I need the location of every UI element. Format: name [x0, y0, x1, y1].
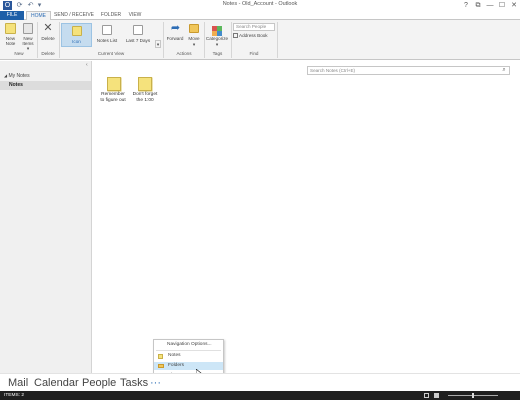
more-views-button[interactable]: ▾	[155, 40, 161, 48]
forward-icon: ➦	[170, 22, 181, 34]
title-bar: O ⟳ ↶ ▾ Notes - Old_Account - Outlook ? …	[0, 0, 520, 11]
bottom-navigation-bar: Mail Calendar People Tasks ···	[0, 373, 520, 391]
note-item[interactable]: Remember to figure out	[98, 77, 128, 107]
ribbon-divider	[277, 22, 278, 58]
notes-view	[93, 61, 520, 373]
view-last-7-days-button[interactable]: Last 7 Days	[122, 23, 154, 47]
ribbon-tabs: FILE HOME SEND / RECEIVE FOLDER VIEW	[0, 11, 520, 21]
new-items-icon	[23, 23, 33, 34]
group-label-actions: Actions	[176, 51, 192, 56]
nav-more-button[interactable]: ···	[150, 376, 161, 390]
window-title: Notes - Old_Account - Outlook	[222, 1, 298, 7]
tab-send-receive[interactable]: SEND / RECEIVE	[53, 11, 95, 20]
address-book-label: Address Book	[239, 33, 268, 38]
calendar-list-icon	[133, 25, 143, 35]
search-notes-input[interactable]: Search Notes (Ctrl+E)	[307, 66, 510, 75]
view-notes-list-button[interactable]: Notes List	[94, 23, 120, 47]
note-icon	[5, 23, 16, 34]
search-people-input[interactable]: Search People	[233, 23, 275, 31]
collapse-pane-icon[interactable]: ‹	[86, 62, 91, 68]
notes-icon	[158, 354, 163, 359]
folder-item-notes[interactable]: Notes	[0, 81, 91, 90]
folder-pane: ◢ My Notes Notes	[0, 61, 92, 373]
view-icon-button[interactable]: Icon	[61, 23, 92, 47]
group-label-delete: Delete	[41, 51, 55, 56]
view-last-7-days-label: Last 7 Days	[125, 38, 151, 43]
icon-view-icon	[72, 26, 82, 36]
items-count: ITEMS: 2	[4, 393, 24, 398]
list-icon	[102, 25, 112, 35]
help-button[interactable]: ?	[460, 0, 472, 11]
my-notes-label: My Notes	[8, 73, 30, 79]
minimize-button[interactable]: —	[484, 0, 496, 11]
group-label-new: New	[14, 51, 24, 56]
nav-tasks[interactable]: Tasks	[120, 376, 148, 390]
tab-view[interactable]: VIEW	[126, 11, 144, 20]
normal-view-icon[interactable]	[424, 393, 429, 398]
delete-button[interactable]: ✕ Delete	[39, 22, 57, 50]
note-label-line2: to figure out	[100, 98, 126, 103]
move-label: Move	[188, 36, 200, 41]
new-items-label: New Items	[22, 36, 34, 47]
delete-icon: ✕	[43, 22, 53, 34]
chevron-down-icon: ▾	[215, 42, 219, 47]
popup-item-notes[interactable]: Notes	[154, 352, 223, 360]
nav-calendar[interactable]: Calendar	[34, 376, 79, 390]
folder-icon	[158, 364, 164, 368]
tab-folder[interactable]: FOLDER	[98, 11, 124, 20]
popup-item-folders[interactable]: Folders	[154, 362, 223, 370]
address-book-icon	[233, 33, 238, 38]
categorize-icon	[212, 23, 222, 36]
popup-item-folders-label: Folders	[168, 363, 184, 368]
my-notes-header[interactable]: ◢ My Notes	[4, 72, 84, 80]
zoom-slider-handle[interactable]	[472, 393, 474, 398]
note-label-line2: the 1:00	[136, 98, 154, 103]
reading-view-icon[interactable]	[434, 393, 439, 398]
status-bar: ITEMS: 2	[0, 391, 520, 400]
nav-people[interactable]: People	[82, 376, 116, 390]
delete-label: Delete	[41, 36, 55, 41]
forward-button[interactable]: ➦ Forward	[165, 22, 185, 50]
view-notes-list-label: Notes List	[96, 38, 118, 43]
categorize-button[interactable]: Categorize ▾	[205, 22, 229, 50]
new-items-button[interactable]: New Items ▾	[20, 22, 36, 51]
note-icon	[138, 77, 152, 91]
ribbon: New Note New Items ▾ New ✕ Delete Delete…	[0, 20, 520, 60]
expand-arrow-icon: ◢	[4, 73, 8, 78]
move-button[interactable]: Move ▾	[186, 22, 202, 50]
note-icon	[107, 77, 121, 91]
new-note-label: New Note	[5, 36, 16, 47]
view-icon-label: Icon	[72, 39, 81, 44]
address-book-button[interactable]: Address Book	[233, 32, 275, 40]
popup-item-notes-label: Notes	[168, 353, 181, 358]
close-button[interactable]: ✕	[508, 0, 520, 11]
ribbon-display-options-icon[interactable]: ⧉	[472, 0, 484, 11]
note-item[interactable]: Don't forget the 1:00	[130, 77, 160, 107]
forward-label: Forward	[166, 36, 184, 41]
group-label-find: Find	[249, 51, 259, 56]
maximize-button[interactable]: ☐	[496, 0, 508, 11]
navigation-options-item[interactable]: Navigation Options...	[154, 341, 223, 349]
search-icon[interactable]: ⌕	[500, 67, 508, 74]
popup-divider	[156, 350, 221, 351]
categorize-label: Categorize	[205, 36, 229, 41]
new-note-button[interactable]: New Note	[2, 22, 19, 50]
group-label-tags: Tags	[212, 51, 223, 56]
folder-icon	[189, 24, 199, 33]
group-label-current-view: Current View	[97, 51, 125, 56]
tab-file[interactable]: FILE	[0, 11, 24, 20]
chevron-down-icon: ▾	[192, 42, 196, 47]
nav-mail[interactable]: Mail	[8, 376, 28, 390]
